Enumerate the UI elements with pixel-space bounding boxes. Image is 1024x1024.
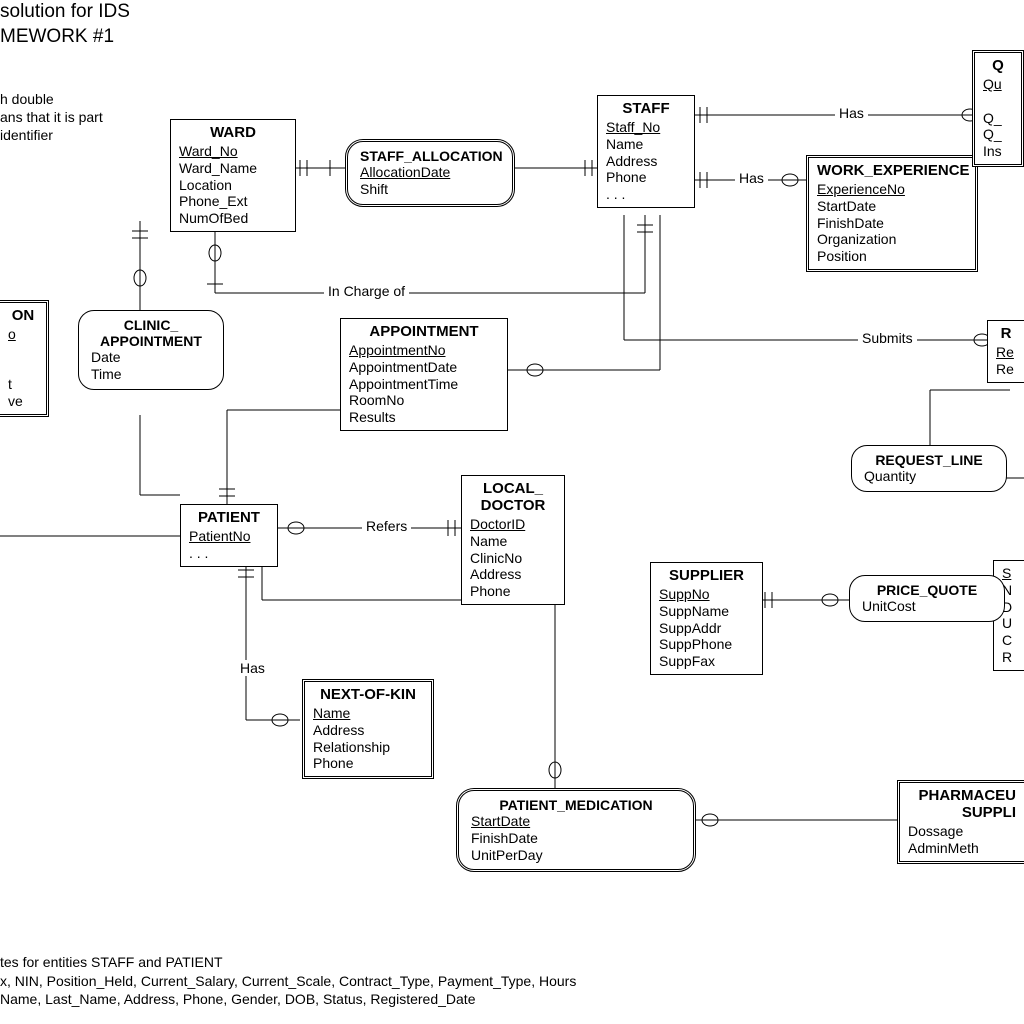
entity-ion-truncated: ON o t ve (0, 300, 49, 417)
label-submits: Submits (858, 330, 917, 346)
entity-q-truncated: Q Qu Q_ Q_ Ins (972, 50, 1024, 167)
label-has: Has (236, 660, 269, 676)
entity-r-truncated: R Re Re (987, 320, 1024, 383)
entity-next-of-kin: NEXT-OF-KIN Name Address Relationship Ph… (302, 679, 434, 779)
entity-ward: WARD Ward_No Ward_Name Location Phone_Ex… (170, 119, 296, 232)
rel-staff-allocation: STAFF_ALLOCATION AllocationDate Shift (345, 139, 515, 207)
entity-supplier: SUPPLIER SuppNo SuppName SuppAddr SuppPh… (650, 562, 763, 675)
footnote: tes for entities STAFF and PATIENT x, NI… (0, 953, 576, 1008)
entity-pharm-truncated: PHARMACEU SUPPLI Dossage AdminMeth (897, 780, 1024, 864)
label-has: Has (835, 105, 868, 121)
rel-clinic-appointment: CLINIC_ APPOINTMENT Date Time (78, 310, 224, 390)
label-refers: Refers (362, 518, 411, 534)
label-in-charge: In Charge of (324, 283, 409, 299)
rel-request-line: REQUEST_LINE Quantity (851, 445, 1007, 492)
entity-local-doctor: LOCAL_ DOCTOR DoctorID Name ClinicNo Add… (461, 475, 565, 605)
rel-patient-medication: PATIENT_MEDICATION StartDate FinishDate … (456, 788, 696, 872)
er-diagram: { "header": {"line1": "solution for IDS"… (0, 0, 1024, 1024)
entity-appointment: APPOINTMENT AppointmentNo AppointmentDat… (340, 318, 508, 431)
entity-patient: PATIENT PatientNo . . . (180, 504, 278, 567)
label-has: Has (735, 170, 768, 186)
entity-work-experience: WORK_EXPERIENCE ExperienceNo StartDate F… (806, 155, 978, 272)
rel-price-quote: PRICE_QUOTE UnitCost (849, 575, 1005, 622)
entity-staff: STAFF Staff_No Name Address Phone . . . (597, 95, 695, 208)
doc-title: solution for IDS MEWORK #1 (0, 0, 130, 49)
note-double-line: h double ans that it is part identifier (0, 90, 103, 145)
